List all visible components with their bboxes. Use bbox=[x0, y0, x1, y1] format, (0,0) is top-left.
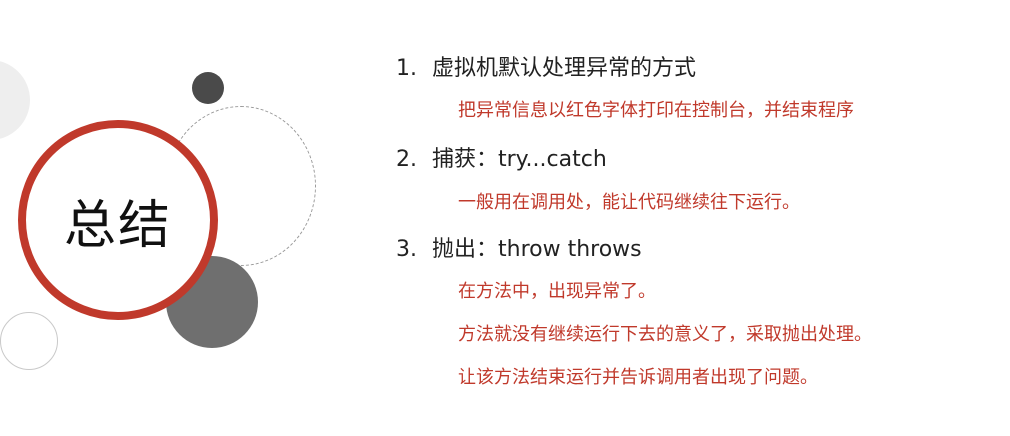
item-number: 3. bbox=[396, 237, 417, 262]
summary-item-1-note-1: 把异常信息以红色字体打印在控制台，并结束程序 bbox=[458, 100, 854, 121]
item-number: 2. bbox=[396, 147, 417, 172]
item-number: 1. bbox=[396, 56, 417, 81]
slide: 总结 1. 虚拟机默认处理异常的方式 把异常信息以红色字体打印在控制台，并结束程序… bbox=[0, 0, 1010, 436]
item-heading-text: 捕获：try...catch bbox=[432, 147, 607, 172]
item-heading-text: 抛出：throw throws bbox=[432, 237, 642, 262]
summary-item-3-note-3: 让该方法结束运行并告诉调用者出现了问题。 bbox=[458, 367, 818, 388]
summary-item-2-heading: 2. 捕获：try...catch bbox=[396, 141, 607, 173]
summary-list: 1. 虚拟机默认处理异常的方式 把异常信息以红色字体打印在控制台，并结束程序 2.… bbox=[0, 0, 1010, 436]
summary-item-3-heading: 3. 抛出：throw throws bbox=[396, 231, 642, 263]
summary-item-1-heading: 1. 虚拟机默认处理异常的方式 bbox=[396, 50, 696, 82]
summary-item-3-note-1: 在方法中，出现异常了。 bbox=[458, 281, 656, 302]
summary-item-2-note-1: 一般用在调用处，能让代码继续往下运行。 bbox=[458, 192, 800, 213]
summary-item-3-note-2: 方法就没有继续运行下去的意义了，采取抛出处理。 bbox=[458, 324, 872, 345]
item-heading-text: 虚拟机默认处理异常的方式 bbox=[432, 56, 697, 81]
